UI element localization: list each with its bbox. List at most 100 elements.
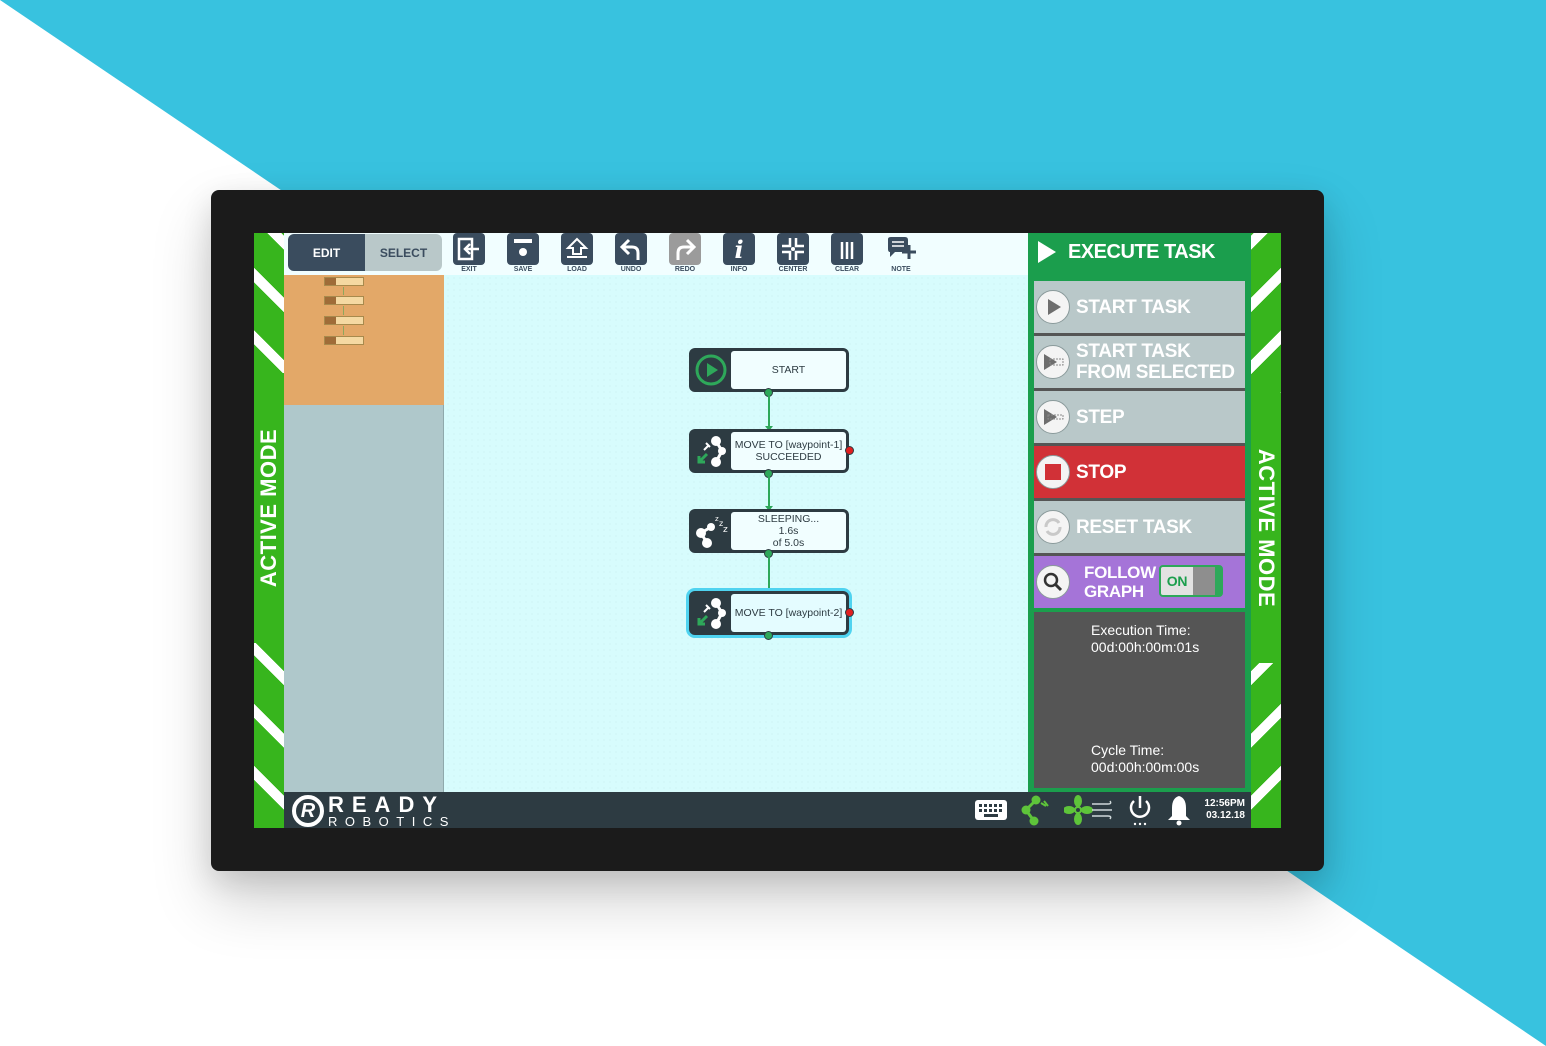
graph-node-move-waypoint-2[interactable]: MOVE TO [waypoint-2] xyxy=(689,591,854,640)
robot-arm-move-icon xyxy=(689,591,733,635)
bell-icon[interactable] xyxy=(1166,794,1192,826)
robot-arm-status-icon[interactable] xyxy=(1020,794,1052,826)
load-icon xyxy=(561,233,593,265)
center-icon xyxy=(777,233,809,265)
fan-icon[interactable] xyxy=(1064,795,1114,825)
stop-icon xyxy=(1036,455,1070,489)
graph-node-move-waypoint-1[interactable]: MOVE TO [waypoint-1] SUCCEEDED xyxy=(689,429,854,478)
active-mode-label: ACTIVE MODE xyxy=(256,428,282,588)
graph-link xyxy=(765,474,773,511)
hazard-stripe-left: ACTIVE MODE xyxy=(254,233,284,828)
follow-graph-toggle[interactable]: ON xyxy=(1159,565,1223,597)
ready-robotics-logo: R READY ROBOTICS xyxy=(292,793,456,828)
save-icon xyxy=(507,233,539,265)
start-task-from-selected-button[interactable]: START TASK FROM SELECTED xyxy=(1034,336,1245,388)
keyboard-icon[interactable] xyxy=(974,798,1008,822)
magnifier-icon xyxy=(1036,565,1070,599)
undo-button[interactable]: UNDO xyxy=(604,233,658,275)
execute-task-header: EXECUTE TASK xyxy=(1028,233,1251,271)
svg-text:i: i xyxy=(734,236,743,262)
redo-button[interactable]: REDO xyxy=(658,233,712,275)
center-label: CENTER xyxy=(778,266,808,273)
robot-arm-sleep-icon: zzz xyxy=(689,509,733,553)
graph-canvas[interactable]: START MOVE TO [waypoint-1] SUCCEEDED zzz … xyxy=(445,275,1028,792)
node-label: SLEEPING... 1.6s of 5.0s xyxy=(731,512,846,550)
execute-task-title: EXECUTE TASK xyxy=(1068,240,1215,263)
node-label: MOVE TO [waypoint-1] SUCCEEDED xyxy=(731,432,846,470)
info-icon: i xyxy=(723,233,755,265)
minimap[interactable] xyxy=(284,275,444,792)
power-icon[interactable] xyxy=(1126,794,1154,826)
center-button[interactable]: CENTER xyxy=(766,233,820,275)
undo-label: UNDO xyxy=(620,266,642,273)
execution-time: Execution Time: 00d:00h:00m:01s xyxy=(1091,622,1200,655)
svg-text:z: z xyxy=(723,525,728,535)
minimap-node xyxy=(324,316,364,325)
undo-icon xyxy=(615,233,647,265)
error-port[interactable] xyxy=(845,446,854,455)
save-button[interactable]: SAVE xyxy=(496,233,550,275)
node-label: MOVE TO [waypoint-2] xyxy=(731,594,846,632)
execute-task-panel: EXECUTE TASK START TASK START TASK FROM S… xyxy=(1028,233,1251,792)
step-button[interactable]: STEP xyxy=(1034,391,1245,443)
node-label: START xyxy=(731,351,846,389)
start-task-button[interactable]: START TASK xyxy=(1034,281,1245,333)
toolbar: EDIT SELECT EXIT SAVE LOAD UNDO REDO i I… xyxy=(284,233,1028,275)
info-label: INFO xyxy=(730,266,748,273)
minimap-viewport[interactable] xyxy=(284,275,444,405)
toggle-on-label: ON xyxy=(1166,572,1188,589)
clock: 12:56PM 03.12.18 xyxy=(1204,798,1245,822)
minimap-link xyxy=(343,326,344,335)
status-icons: 12:56PM 03.12.18 xyxy=(974,792,1251,828)
timing-info: Execution Time: 00d:00h:00m:01s Cycle Ti… xyxy=(1034,612,1245,788)
mode-banner-left: ACTIVE MODE xyxy=(254,373,284,643)
robot-arm-move-icon xyxy=(689,429,733,473)
play-icon xyxy=(689,348,733,392)
redo-icon xyxy=(669,233,701,265)
info-button[interactable]: i INFO xyxy=(712,233,766,275)
redo-label: REDO xyxy=(674,266,696,273)
note-label: NOTE xyxy=(891,266,911,273)
minimap-link xyxy=(343,287,344,295)
minimap-node xyxy=(324,296,364,305)
play-circle-icon xyxy=(1036,290,1070,324)
active-mode-label: ACTIVE MODE xyxy=(1254,448,1280,608)
stop-button[interactable]: STOP xyxy=(1034,446,1245,498)
exit-label: EXIT xyxy=(461,266,477,273)
load-button[interactable]: LOAD xyxy=(550,233,604,275)
minimap-node xyxy=(324,336,364,345)
reset-task-button[interactable]: RESET TASK xyxy=(1034,501,1245,553)
logo-mark: R xyxy=(292,795,324,827)
note-add-icon xyxy=(885,233,917,265)
output-port[interactable] xyxy=(764,631,773,640)
clear-label: CLEAR xyxy=(834,266,860,273)
clock-time: 12:56PM xyxy=(1204,798,1245,809)
note-button[interactable]: NOTE xyxy=(874,233,928,275)
tab-edit[interactable]: EDIT xyxy=(288,234,365,271)
step-icon xyxy=(1036,400,1070,434)
cycle-time: Cycle Time: 00d:00h:00m:00s xyxy=(1091,742,1200,775)
clock-date: 03.12.18 xyxy=(1206,810,1245,821)
clear-button[interactable]: CLEAR xyxy=(820,233,874,275)
screen: ACTIVE MODE EDIT SELECT EXIT SAVE LOAD U… xyxy=(254,233,1281,828)
minimap-node xyxy=(324,277,364,286)
graph-node-start[interactable]: START xyxy=(689,348,849,397)
graph-link xyxy=(765,554,773,593)
exit-icon xyxy=(453,233,485,265)
trash-icon xyxy=(831,233,863,265)
toggle-knob[interactable] xyxy=(1193,567,1221,595)
load-label: LOAD xyxy=(567,266,587,273)
exit-button[interactable]: EXIT xyxy=(442,233,496,275)
mode-banner-right: ACTIVE MODE xyxy=(1251,393,1281,663)
play-triangle-icon xyxy=(1038,241,1056,263)
error-port[interactable] xyxy=(845,608,854,617)
reset-icon xyxy=(1036,510,1070,544)
save-label: SAVE xyxy=(513,266,533,273)
minimap-link xyxy=(343,306,344,315)
tab-select[interactable]: SELECT xyxy=(365,234,442,271)
graph-node-sleeping[interactable]: zzz SLEEPING... 1.6s of 5.0s xyxy=(689,509,849,558)
graph-link xyxy=(765,393,773,431)
play-from-selected-icon xyxy=(1036,345,1070,379)
follow-graph-row: FOLLOW GRAPH ON xyxy=(1034,556,1245,608)
status-bar: R READY ROBOTICS 12:56PM 03.12.18 xyxy=(284,792,1251,828)
